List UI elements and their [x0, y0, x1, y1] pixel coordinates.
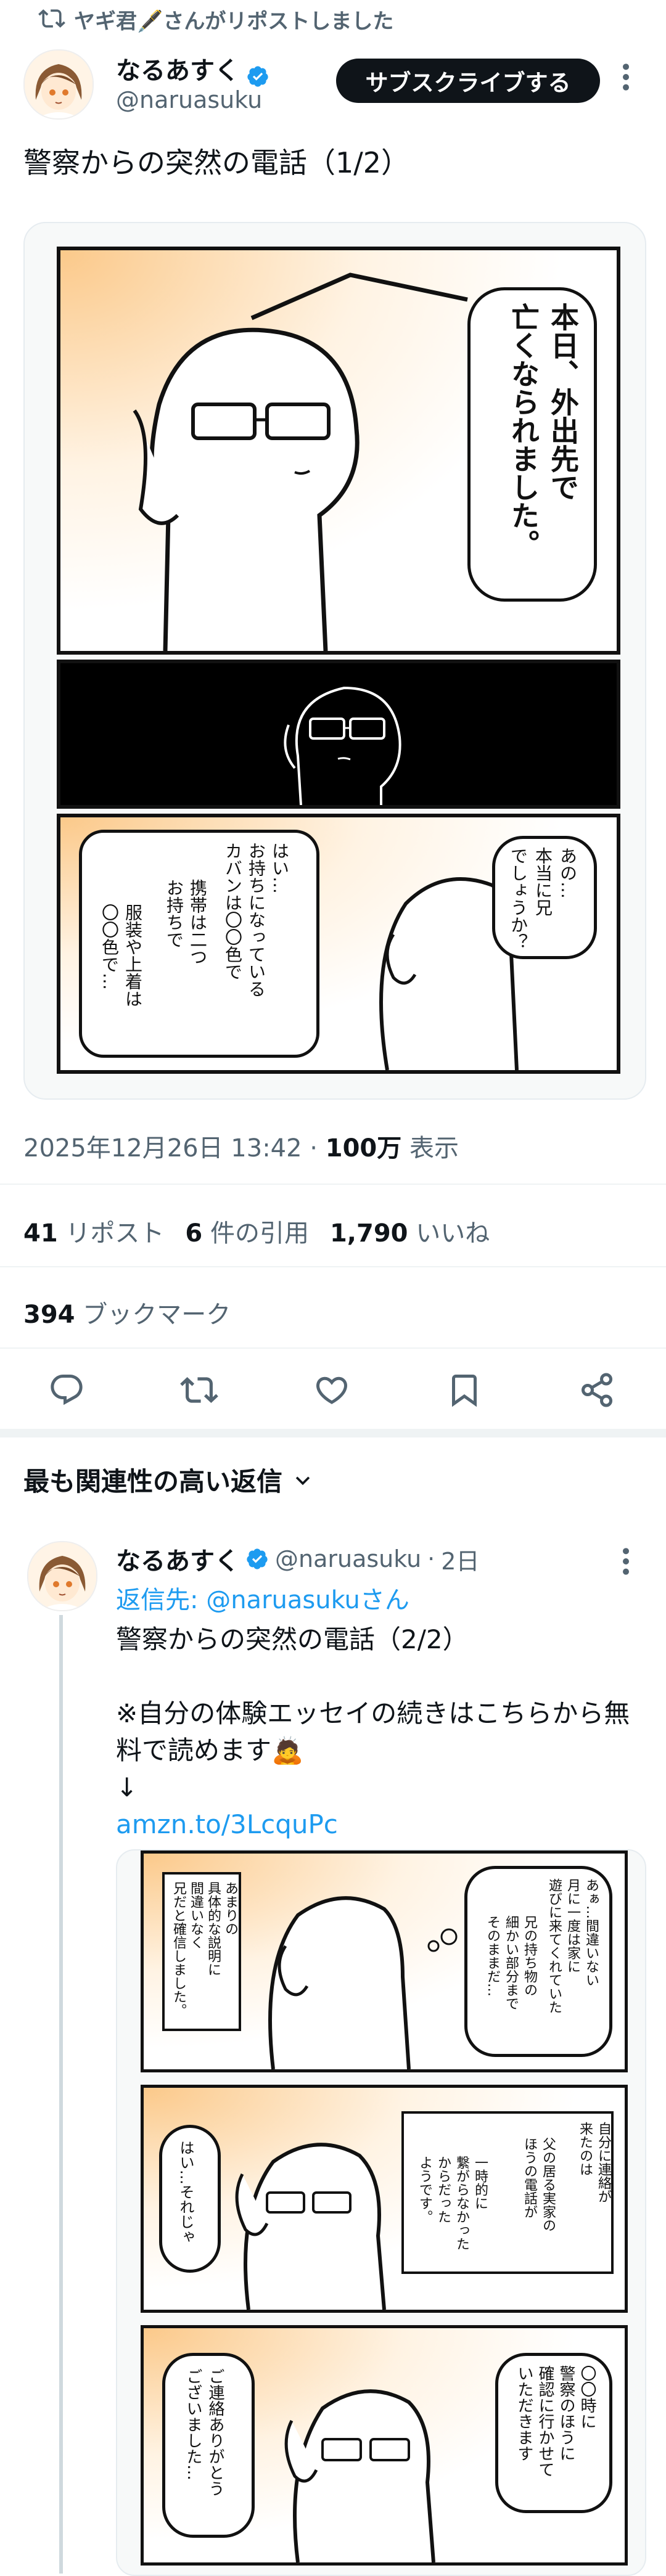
post-text: 警察からの突然の電話（1/2）	[23, 146, 410, 179]
reply-comic-panel-3: 〇〇時に 警察のほうに 確認に行かせて いただきます ご連絡ありがとう ございま…	[141, 2325, 628, 2566]
comic-panel-3: あの… 本当に兄 でしょうか？ はい… お持ちになっている カバンは〇〇色で 携…	[57, 814, 620, 1074]
comic-panel-2	[57, 660, 620, 809]
dark-silhouette-illustration	[284, 686, 401, 805]
reply-to-prefix: 返信先:	[116, 1586, 207, 1614]
reply-p2-narration-3: 一時的に 繋がらなかった からだった ようです。	[417, 2156, 488, 2251]
reply-p3-dialogue-right: 〇〇時に 警察のほうに 確認に行かせて いただきます	[515, 2365, 596, 2477]
reply-p2-narration-2: 父の居る実家の ほうの電話が	[522, 2137, 556, 2232]
reply-p1-thought-1: あぁ…間違いない 月に一度は家に 遊びに来てくれていた	[546, 1878, 599, 2014]
verified-badge-icon	[247, 65, 268, 87]
avatar-illustration	[25, 51, 92, 118]
panel3-police-line-2: 携帯は二つ お持ちで	[164, 879, 208, 965]
panel1-dialogue: 本日、外出先で 亡くなられました。	[507, 303, 580, 558]
avatar-illustration	[28, 1542, 96, 1610]
reply-icon[interactable]	[42, 1365, 91, 1415]
reply-author-row[interactable]: なるあすく @naruasuku · 2日	[116, 1541, 479, 1577]
reply-p2-narration-1: 自分に連絡が 来たのは	[577, 2122, 611, 2203]
engagement-stats: 41 リポスト 6 件の引用 1,790 いいね	[23, 1213, 490, 1249]
likes-stat[interactable]: 1,790 いいね	[330, 1213, 490, 1249]
avatar[interactable]	[23, 49, 94, 120]
author-name-row[interactable]: なるあすく	[116, 51, 269, 88]
reply-avatar[interactable]	[27, 1541, 97, 1611]
divider	[0, 1184, 666, 1185]
section-separator	[0, 1429, 666, 1437]
author-handle[interactable]: @naruasuku	[116, 86, 262, 113]
reply-comic-panel-2: 自分に連絡が 来たのは 父の居る実家の ほうの電話が 一時的に 繋がらなかった …	[141, 2085, 628, 2313]
panel3-caller-dialogue: あの… 本当に兄 でしょうか？	[508, 847, 578, 951]
reply-author-name: なるあすく	[116, 1547, 239, 1576]
views-count: 100万	[325, 1134, 402, 1163]
reply-more-options-icon[interactable]	[620, 1546, 632, 1583]
reply-age[interactable]: 2日	[441, 1542, 479, 1576]
divider	[0, 1347, 666, 1349]
like-icon[interactable]	[307, 1365, 356, 1415]
reply-text: 警察からの突然の電話（2/2） ※自分の体験エッセイの続きはこちらから無料で読め…	[116, 1621, 646, 1843]
repost-context[interactable]: ヤギ君🖋️さんがリポストしました	[38, 0, 394, 38]
reply-p1-thought-2: 兄の持ち物の 細かい部分まで そのままだ…	[485, 1915, 537, 2010]
repost-icon[interactable]	[175, 1365, 224, 1415]
comic-panel-1: 本日、外出先で 亡くなられました。	[57, 247, 620, 655]
reply-to-handle-link[interactable]: @naruasukuさん	[206, 1586, 409, 1614]
post-timestamp[interactable]: 2025年12月26日 13:42	[23, 1134, 302, 1163]
verified-badge-icon	[247, 1548, 268, 1569]
reposts-stat[interactable]: 41 リポスト	[23, 1213, 164, 1249]
subscribe-button[interactable]: サブスクライブする	[336, 59, 600, 103]
more-options-icon[interactable]	[620, 62, 632, 99]
bookmarks-stat[interactable]: 394 ブックマーク	[23, 1294, 231, 1330]
dot-separator: ·	[427, 1545, 435, 1572]
bookmark-icon[interactable]	[440, 1365, 489, 1415]
reply-comic-panel-1: あぁ…間違いない 月に一度は家に 遊びに来てくれていた 兄の持ち物の 細かい部分…	[141, 1850, 628, 2072]
reply-author-handle: @naruasuku	[275, 1545, 422, 1572]
views-label: 表示	[409, 1134, 459, 1163]
reply-to-line: 返信先: @naruasukuさん	[116, 1580, 409, 1616]
action-bar	[0, 1365, 666, 1421]
share-icon[interactable]	[572, 1365, 622, 1415]
repost-text: ヤギ君🖋️さんがリポストしました	[74, 9, 394, 34]
reply-p3-dialogue-left: ご連絡ありがとう ございました…	[184, 2368, 224, 2496]
thread-connector-line	[59, 1615, 63, 2574]
divider	[0, 1266, 666, 1267]
quotes-stat[interactable]: 6 件の引用	[185, 1213, 309, 1249]
chevron-down-icon	[295, 1476, 310, 1485]
reply-text-content: 警察からの突然の電話（2/2） ※自分の体験エッセイの続きはこちらから無料で読め…	[116, 1624, 630, 1802]
reply-sort-label: 最も関連性の高い返信	[23, 1466, 283, 1497]
reply-p1-narration: あまりの 具体的な説明に 間違いなく 兄だと確信しました。	[171, 1881, 238, 2017]
panel3-police-line-3: 服装や上着は 〇〇色で…	[99, 904, 143, 1007]
post-image[interactable]: 本日、外出先で 亡くなられました。 あの… 本当に兄 でしょうか？ はい… お持…	[23, 222, 646, 1100]
reply-image[interactable]: あぁ…間違いない 月に一度は家に 遊びに来てくれていた 兄の持ち物の 細かい部分…	[116, 1849, 646, 2576]
reply-external-link[interactable]: amzn.to/3LcquPc	[116, 1809, 338, 1839]
author-name: なるあすく	[116, 57, 239, 85]
reply-sort-dropdown[interactable]: 最も関連性の高い返信	[23, 1461, 313, 1499]
panel3-police-line-1: はい… お持ちになっている カバンは〇〇色で	[223, 842, 290, 997]
reply-p2-dialogue: はい…それじゃ	[177, 2140, 194, 2244]
post-meta: 2025年12月26日 13:42 · 100万 表示	[23, 1134, 459, 1163]
repost-indicator-icon	[38, 9, 65, 28]
